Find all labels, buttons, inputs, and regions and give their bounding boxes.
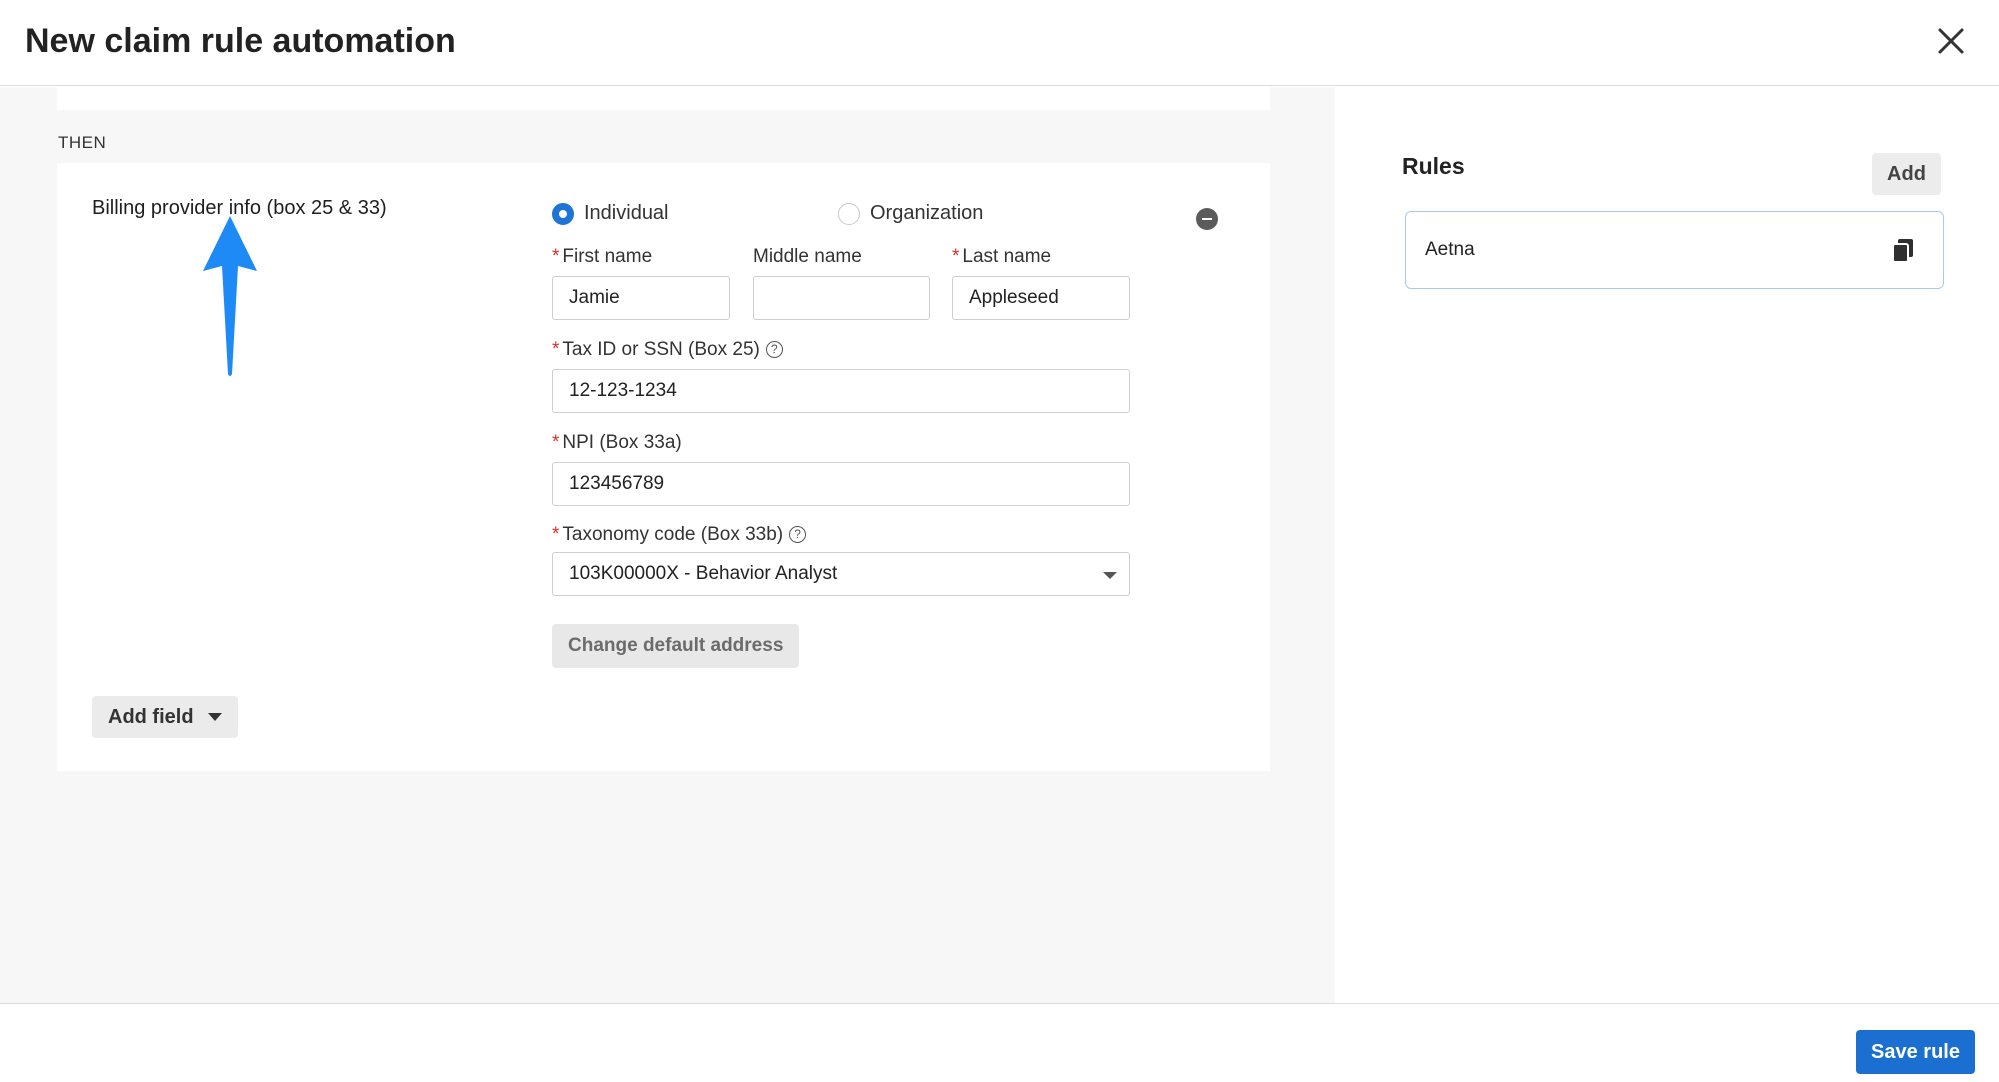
npi-field[interactable]: 123456789	[552, 462, 1130, 506]
modal-footer: Save rule	[0, 1003, 1999, 1082]
rule-name: Aetna	[1425, 239, 1475, 260]
chevron-down-icon	[207, 713, 222, 721]
radio-label: Organization	[870, 202, 984, 224]
required-mark: *	[552, 339, 560, 360]
add-rule-button[interactable]: Add	[1872, 153, 1941, 195]
page-title: New claim rule automation	[25, 22, 456, 60]
taxonomy-label: * Taxonomy code (Box 33b)?	[552, 524, 807, 546]
previous-card	[57, 87, 1270, 110]
copy-icon[interactable]	[1891, 238, 1915, 264]
first-name-label: * First name	[552, 246, 652, 268]
close-icon	[1938, 28, 1964, 54]
middle-name-field[interactable]	[753, 276, 930, 320]
first-name-field[interactable]: Jamie	[552, 276, 730, 320]
billing-provider-card: Billing provider info (box 25 & 33) Indi…	[57, 163, 1270, 771]
add-field-button[interactable]: Add field	[92, 696, 238, 738]
required-mark: *	[552, 524, 560, 545]
required-mark: *	[552, 432, 560, 453]
label-text: NPI (Box 33a)	[562, 432, 682, 453]
remove-field-button[interactable]	[1196, 208, 1218, 230]
save-rule-button[interactable]: Save rule	[1856, 1030, 1975, 1074]
last-name-field[interactable]: Appleseed	[952, 276, 1130, 320]
question-circle-icon[interactable]: ?	[789, 526, 807, 543]
chevron-down-icon	[1103, 572, 1117, 579]
question-circle-icon[interactable]: ?	[765, 341, 783, 358]
label-text: Taxonomy code (Box 33b)	[562, 524, 784, 545]
label-text: Tax ID or SSN (Box 25)	[562, 339, 760, 360]
tax-id-label: * Tax ID or SSN (Box 25)?	[552, 339, 783, 361]
radio-organization[interactable]: Organization	[838, 202, 983, 225]
radio-individual[interactable]: Individual	[552, 202, 669, 225]
taxonomy-selected-value: 103K00000X - Behavior Analyst	[569, 563, 838, 584]
required-mark: *	[552, 246, 560, 267]
taxonomy-select[interactable]: 103K00000X - Behavior Analyst	[552, 552, 1130, 596]
rule-editor-pane: THEN Billing provider info (box 25 & 33)…	[0, 87, 1335, 1003]
tax-id-field[interactable]: 12-123-1234	[552, 369, 1130, 413]
last-name-label: * Last name	[952, 246, 1051, 268]
radio-label: Individual	[584, 202, 669, 224]
radio-indicator	[838, 202, 860, 225]
rule-item[interactable]: Aetna	[1405, 211, 1944, 289]
radio-selected-indicator	[552, 202, 574, 225]
required-mark: *	[952, 246, 960, 267]
middle-name-label: Middle name	[753, 246, 862, 267]
add-field-label: Add field	[108, 705, 194, 728]
change-default-address-button[interactable]: Change default address	[552, 624, 800, 668]
label-text: Last name	[962, 246, 1052, 267]
npi-label: * NPI (Box 33a)	[552, 432, 682, 454]
close-button[interactable]	[1934, 24, 1968, 58]
then-label: THEN	[58, 133, 107, 152]
label-text: First name	[562, 246, 653, 267]
modal-header: New claim rule automation	[0, 0, 1999, 86]
rules-title: Rules	[1402, 153, 1465, 179]
up-arrow-icon	[203, 216, 257, 376]
